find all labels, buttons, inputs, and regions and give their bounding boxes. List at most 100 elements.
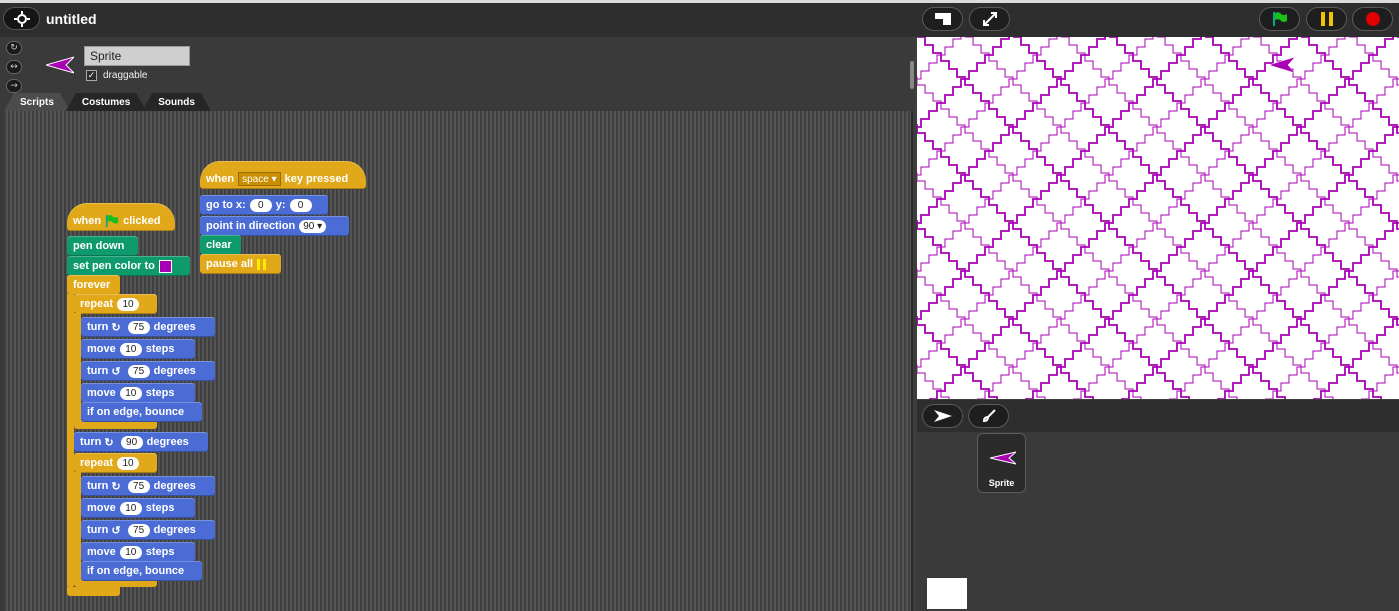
bounce-block[interactable]: if on edge, bounce [81,402,202,422]
angle-input[interactable]: 90 [120,435,143,449]
y-input[interactable]: 0 [289,198,312,212]
go-to-xy-block[interactable]: go to x: 0 y: 0 [200,195,328,215]
steps-input[interactable]: 10 [119,545,142,559]
block-text: degrees [146,436,189,448]
pen-color-swatch[interactable] [158,259,172,273]
green-flag-button[interactable] [1259,7,1300,31]
block-text: repeat [80,457,114,469]
corral-toolbar [917,400,1399,432]
block-text: move [87,343,116,355]
key-dropdown[interactable]: space ▾ [238,171,281,186]
logo-button[interactable] [3,7,40,30]
steps-input[interactable]: 10 [119,386,142,400]
stage-size-button[interactable] [922,7,963,31]
block-text: steps [145,502,175,514]
sprite-arrow-icon [990,451,1016,465]
counterclockwise-icon: ↺ [111,365,121,378]
scripts-scrollbar[interactable] [910,61,914,89]
block-text: pen down [73,240,125,252]
move-steps-block[interactable]: move 10 steps [81,339,195,359]
when-key-pressed-block[interactable]: when space ▾ key pressed [200,161,366,189]
repeat-count-input[interactable]: 10 [117,297,140,311]
turn-right-block[interactable]: turn ↻ 75 degrees [81,476,215,496]
add-turtle-sprite-button[interactable] [922,404,963,428]
move-steps-block[interactable]: move 10 steps [81,383,195,403]
block-text: turn [87,365,109,377]
clear-block[interactable]: clear [200,235,241,255]
angle-input[interactable]: 75 [127,479,150,493]
pause-icon [1320,12,1333,26]
draggable-option[interactable]: ✓ draggable [86,70,147,81]
forever-block[interactable]: forever [67,275,120,295]
repeat-block[interactable]: repeat 10 [74,453,157,473]
block-text: key pressed [284,172,349,185]
bounce-block[interactable]: if on edge, bounce [81,561,202,581]
forever-c-foot [67,587,120,596]
block-text: point in direction [206,220,296,232]
pause-all-block[interactable]: pause all [200,254,281,274]
angle-input[interactable]: 75 [127,320,150,334]
block-text: clear [206,239,232,251]
scripting-area[interactable]: when space ▾ key pressed go to x: 0 y: 0… [4,61,914,611]
rotation-style-none[interactable]: → [6,79,22,93]
sprite-thumbnail[interactable]: Sprite [977,433,1026,493]
draggable-checkbox[interactable]: ✓ [86,70,97,81]
sprite-editor: ↻ ↔ → Sprite ✓ draggable Scripts Costume… [0,37,914,611]
steps-input[interactable]: 10 [119,501,142,515]
turn-right-block[interactable]: turn ↻ 75 degrees [81,317,215,337]
direction-value: 90 [303,220,315,232]
angle-input[interactable]: 75 [127,364,150,378]
paint-sprite-button[interactable] [968,404,1009,428]
clockwise-icon: ↻ [104,436,114,449]
block-text: turn [87,480,109,492]
steps-input[interactable]: 10 [119,342,142,356]
stage-thumbnail[interactable] [927,578,967,609]
tab-scripts[interactable]: Scripts [4,93,70,111]
angle-input[interactable]: 75 [127,523,150,537]
turtle-arrow-icon [933,410,952,422]
turn-left-block[interactable]: turn ↺ 75 degrees [81,520,215,540]
set-pen-color-block[interactable]: set pen color to [67,256,190,276]
rotation-style-buttons: ↻ ↔ → [6,41,24,98]
block-text: go to x: [206,199,246,211]
block-text: pause all [206,258,254,270]
repeat-count-input[interactable]: 10 [117,456,140,470]
pen-down-block[interactable]: pen down [67,236,138,256]
point-in-direction-block[interactable]: point in direction 90 ▾ [200,216,349,236]
block-text: set pen color to [73,260,155,272]
turn-left-block[interactable]: turn ↺ 75 degrees [81,361,215,381]
move-steps-block[interactable]: move 10 steps [81,542,195,562]
block-text: degrees [153,365,196,377]
block-text: move [87,502,116,514]
tab-costumes[interactable]: Costumes [66,93,146,111]
forever-c-arm [67,294,74,588]
block-text: repeat [80,298,114,310]
direction-dropdown[interactable]: 90 ▾ [299,219,327,233]
rotation-style-rotate[interactable]: ↻ [6,41,22,55]
stage[interactable] [917,37,1399,399]
block-text: if on edge, bounce [87,406,185,418]
clockwise-icon: ↻ [111,480,121,493]
x-input[interactable]: 0 [249,198,272,212]
block-text: if on edge, bounce [87,565,185,577]
block-text: degrees [153,321,196,333]
tab-sounds[interactable]: Sounds [142,93,211,111]
move-steps-block[interactable]: move 10 steps [81,498,195,518]
block-text: clicked [123,214,161,227]
pause-button[interactable] [1306,7,1347,31]
sprite-corral: Sprite [917,400,1399,611]
project-title: untitled [46,11,97,27]
sprite-name-field[interactable]: Sprite [84,46,190,66]
block-text: turn [87,524,109,536]
stop-button[interactable] [1352,7,1393,31]
gear-icon [13,10,30,27]
block-text: turn [87,321,109,333]
block-text: move [87,546,116,558]
repeat-c-arm [74,472,81,582]
repeat-block[interactable]: repeat 10 [74,294,157,314]
rotation-style-left-right[interactable]: ↔ [6,60,22,74]
clockwise-icon: ↻ [111,321,121,334]
when-flag-clicked-block[interactable]: when clicked [67,203,175,231]
turn-right-block[interactable]: turn ↻ 90 degrees [74,432,208,452]
fullscreen-button[interactable] [969,7,1010,31]
